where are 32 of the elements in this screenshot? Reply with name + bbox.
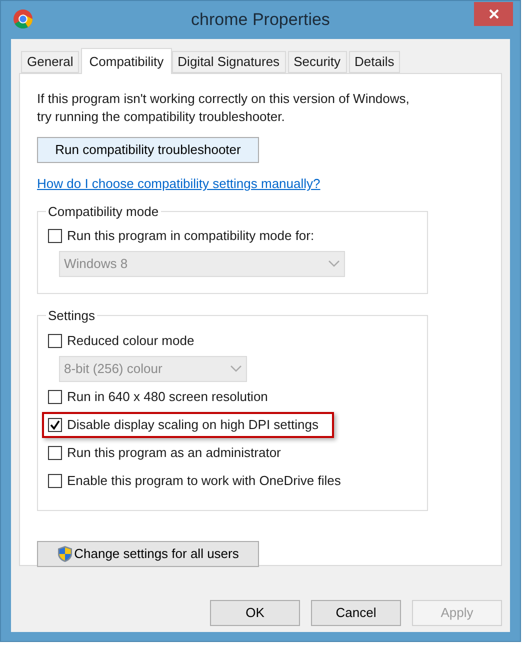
troubleshooter-button[interactable]: Run compatibility troubleshooter: [37, 137, 259, 163]
checkbox-label: Run this program in compatibility mode for:: [67, 227, 314, 246]
checkbox[interactable]: [48, 474, 62, 488]
group-title: Settings: [47, 307, 96, 325]
shield-icon: [57, 544, 74, 562]
tab[interactable]: Digital Signatures: [172, 51, 286, 73]
close-button[interactable]: [474, 2, 513, 26]
chevron-down-icon: [328, 260, 340, 268]
checkbox[interactable]: [48, 418, 62, 432]
help-link[interactable]: How do I choose compatibility settings manually?: [37, 176, 320, 191]
tab[interactable]: Compatibility: [81, 48, 172, 74]
tab[interactable]: General: [21, 51, 80, 73]
dialog-button[interactable]: OK: [210, 600, 300, 626]
window-title: chrome Properties: [191, 9, 330, 32]
checkbox-label: Run this program as an administrator: [67, 444, 281, 462]
close-icon: [488, 9, 498, 19]
intro-text: If this program isn't working correctly on this version of Windows, try running the compatibility troubleshooter.: [37, 90, 410, 126]
checkbox[interactable]: [48, 390, 62, 404]
chevron-down-icon: [230, 364, 242, 372]
checkbox-label: Reduced colour mode: [67, 332, 194, 350]
tab[interactable]: Security: [288, 51, 347, 73]
chrome-logo-icon: [13, 9, 33, 29]
checkbox[interactable]: [48, 446, 62, 460]
dialog-button[interactable]: Cancel: [311, 600, 401, 626]
checkbox[interactable]: [48, 229, 62, 243]
tab[interactable]: Details: [348, 51, 400, 73]
checkbox[interactable]: [48, 334, 62, 348]
change-settings-button[interactable]: Change settings for all users: [37, 540, 259, 566]
checkbox-label: Run in 640 x 480 screen resolution: [67, 388, 268, 406]
checkbox-label: Disable display scaling on high DPI settings: [67, 416, 318, 434]
checkbox-label: Enable this program to work with OneDrive files: [67, 472, 341, 490]
group-title: Compatibility mode: [47, 202, 160, 221]
